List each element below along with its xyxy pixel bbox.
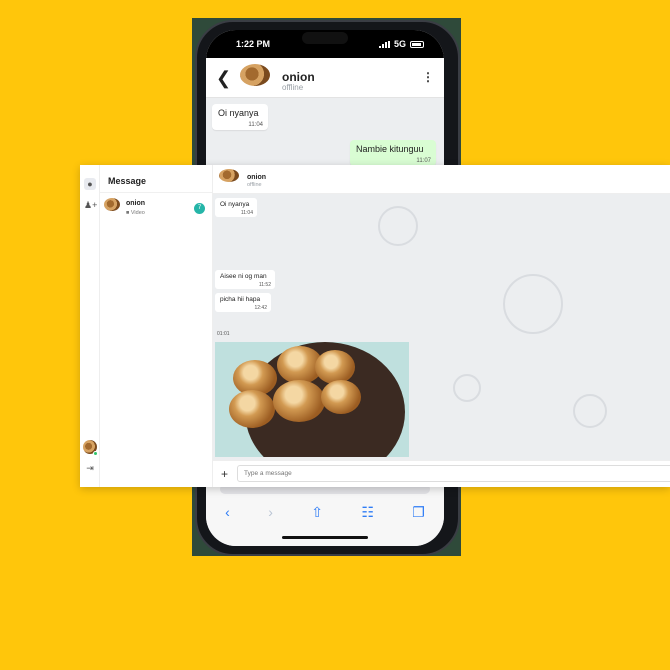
message-in: picha hii hapa 12:42 [215, 293, 271, 312]
status-bar: 1:22 PM 5G [206, 30, 444, 58]
divider [100, 192, 212, 193]
conversation-name: onion [126, 200, 146, 207]
message-text: Aisee ni og man [220, 273, 267, 280]
status-indicators: 5G [378, 39, 424, 49]
forward-icon[interactable]: › [268, 504, 273, 521]
camera-notch [302, 32, 348, 44]
browser-toolbar: ‹ › ⇧ ☷ ❐ [206, 482, 444, 546]
contact-name: onion [247, 174, 267, 181]
media-image[interactable] [215, 342, 409, 457]
background-pattern [573, 394, 607, 428]
chat-header: onion offline [213, 165, 670, 194]
message-area: Oi nyanya 11:04 Aisee ni og man 11:52 pi… [213, 194, 670, 460]
message-text: Nambie kitunguu [356, 144, 424, 154]
unread-badge: 7 [194, 203, 205, 214]
add-contact-icon[interactable]: ♟+ [84, 199, 97, 211]
bookmarks-icon[interactable]: ☷ [361, 504, 374, 521]
contact-name: onion [282, 70, 315, 84]
background-pattern [503, 274, 563, 334]
browser-nav: ‹ › ⇧ ☷ ❐ [206, 504, 444, 521]
message-in: Oi nyanya 11:04 [212, 104, 268, 130]
message-time: 11:07 [416, 158, 431, 164]
contact-status: offline [282, 83, 304, 92]
message-time: 11:04 [248, 122, 263, 128]
page-title: Message [108, 176, 147, 186]
food-item [315, 350, 355, 384]
desktop-window: ● ♟+ ⇥ Message onion ■ Video 7 onion off… [80, 165, 670, 487]
food-item [273, 380, 325, 422]
media-time: 01:01 [217, 331, 230, 337]
message-out: Nambie kitunguu 11:07 [350, 140, 436, 166]
last-message-text: Video [130, 210, 145, 216]
chat-panel: onion offline Oi nyanya 11:04 Aisee ni o… [213, 165, 670, 487]
share-icon[interactable]: ⇧ [311, 504, 323, 521]
conversation-list: Message onion ■ Video 7 [100, 165, 213, 487]
message-text: picha hii hapa [220, 296, 261, 303]
message-text: Oi nyanya [218, 108, 259, 118]
avatar [104, 198, 120, 211]
chat-header: ❮ onion offline ⋮ [206, 58, 444, 98]
icon-rail: ● ♟+ ⇥ [80, 165, 100, 487]
battery-icon [410, 40, 424, 48]
chat-icon[interactable]: ● [84, 178, 96, 190]
more-icon[interactable]: ⋮ [422, 70, 434, 84]
message-time: 11:04 [240, 210, 253, 216]
food-item [229, 390, 275, 428]
logout-icon[interactable]: ⇥ [84, 462, 96, 474]
list-item[interactable]: onion ■ Video 7 [100, 195, 212, 221]
back-icon[interactable]: ‹ [225, 504, 230, 521]
contact-status: offline [247, 182, 262, 188]
background-pattern [378, 206, 418, 246]
food-item [321, 380, 361, 414]
composer: + [213, 460, 670, 487]
tabs-icon[interactable]: ❐ [412, 504, 425, 521]
avatar[interactable] [240, 64, 270, 86]
network-label: 5G [393, 39, 406, 49]
avatar[interactable] [219, 169, 239, 182]
message-in: Oi nyanya 11:04 [215, 198, 257, 217]
message-time: 12:42 [254, 305, 267, 311]
message-time: 11:52 [258, 282, 271, 288]
last-message: ■ Video [126, 210, 145, 216]
home-indicator [282, 536, 368, 539]
attach-icon[interactable]: + [221, 467, 228, 481]
message-text: Oi nyanya [220, 201, 250, 208]
online-indicator [93, 451, 98, 456]
status-time: 1:22 PM [236, 39, 271, 49]
signal-icon [378, 40, 390, 48]
message-input[interactable] [237, 465, 670, 482]
back-icon[interactable]: ❮ [216, 68, 231, 89]
background-pattern [453, 374, 481, 402]
message-in: Aisee ni og man 11:52 [215, 270, 275, 289]
